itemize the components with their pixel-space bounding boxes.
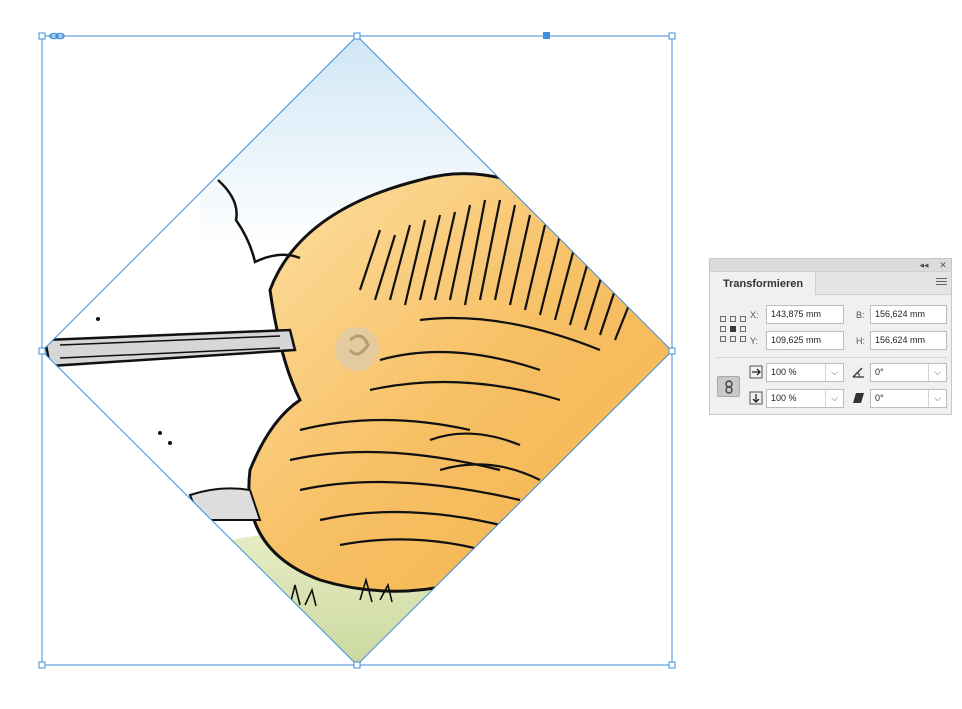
rotate-angle-icon (852, 367, 864, 378)
rotation-angle-dropdown[interactable]: 0° ⌵ (870, 363, 947, 382)
handle-middle-left[interactable] (38, 347, 46, 355)
x-label: X: (750, 310, 759, 320)
x-position-field[interactable]: 143,875 mm (766, 305, 844, 324)
handle-bottom-right[interactable] (668, 661, 676, 669)
panel-titlebar[interactable]: ◂◂ ✕ (710, 259, 951, 272)
ref-point-top-left[interactable] (720, 316, 726, 322)
chevron-down-icon[interactable]: ⌵ (825, 364, 843, 381)
ref-point-bottom-right[interactable] (740, 336, 746, 342)
ref-point-center[interactable] (730, 326, 736, 332)
ref-point-bottom-center[interactable] (730, 336, 736, 342)
width-field[interactable]: 156,624 mm (870, 305, 947, 324)
scale-y-value: 100 % (771, 393, 797, 403)
scale-y-icon (749, 391, 763, 405)
ref-point-bottom-left[interactable] (720, 336, 726, 342)
handle-bottom-center[interactable] (353, 661, 361, 669)
center-point-indicator (335, 327, 379, 371)
shear-angle-icon (853, 393, 864, 403)
handle-top-left[interactable] (38, 32, 46, 40)
constrain-link-icon (725, 380, 733, 394)
scale-x-value: 100 % (771, 367, 797, 377)
panel-menu-icon[interactable] (936, 278, 947, 288)
handle-top-right[interactable] (668, 32, 676, 40)
height-field[interactable]: 156,624 mm (870, 331, 947, 350)
chevron-down-icon[interactable]: ⌵ (928, 390, 946, 407)
ref-point-middle-right[interactable] (740, 326, 746, 332)
y-label: Y: (750, 336, 759, 346)
shear-angle-dropdown[interactable]: 0° ⌵ (870, 389, 947, 408)
close-panel-icon[interactable]: ✕ (937, 259, 949, 271)
height-label: H: (856, 336, 865, 346)
width-label: B: (856, 310, 865, 320)
scale-y-dropdown[interactable]: 100 % ⌵ (766, 389, 844, 408)
scale-x-icon (749, 365, 763, 379)
panel-separator (716, 357, 947, 358)
chevron-down-icon[interactable]: ⌵ (825, 390, 843, 407)
rotation-angle-value: 0° (875, 367, 884, 377)
constrain-proportions-button[interactable] (717, 376, 740, 397)
y-position-field[interactable]: 109,625 mm (766, 331, 844, 350)
shear-angle-value: 0° (875, 393, 884, 403)
reference-point-selector[interactable] (720, 316, 746, 342)
chevron-down-icon[interactable]: ⌵ (928, 364, 946, 381)
ref-point-top-center[interactable] (730, 316, 736, 322)
handle-middle-right[interactable] (668, 347, 676, 355)
ref-point-middle-left[interactable] (720, 326, 726, 332)
content-grabber-handle[interactable] (543, 32, 550, 39)
panel-tab-row: Transformieren (710, 272, 951, 295)
transform-panel: ◂◂ ✕ Transformieren X: 143,875 mm B: 156… (709, 258, 952, 415)
scale-x-dropdown[interactable]: 100 % ⌵ (766, 363, 844, 382)
handle-top-center[interactable] (353, 32, 361, 40)
collapse-panel-icon[interactable]: ◂◂ (918, 259, 930, 271)
handle-bottom-left[interactable] (38, 661, 46, 669)
tab-transform[interactable]: Transformieren (710, 272, 816, 295)
ref-point-top-right[interactable] (740, 316, 746, 322)
